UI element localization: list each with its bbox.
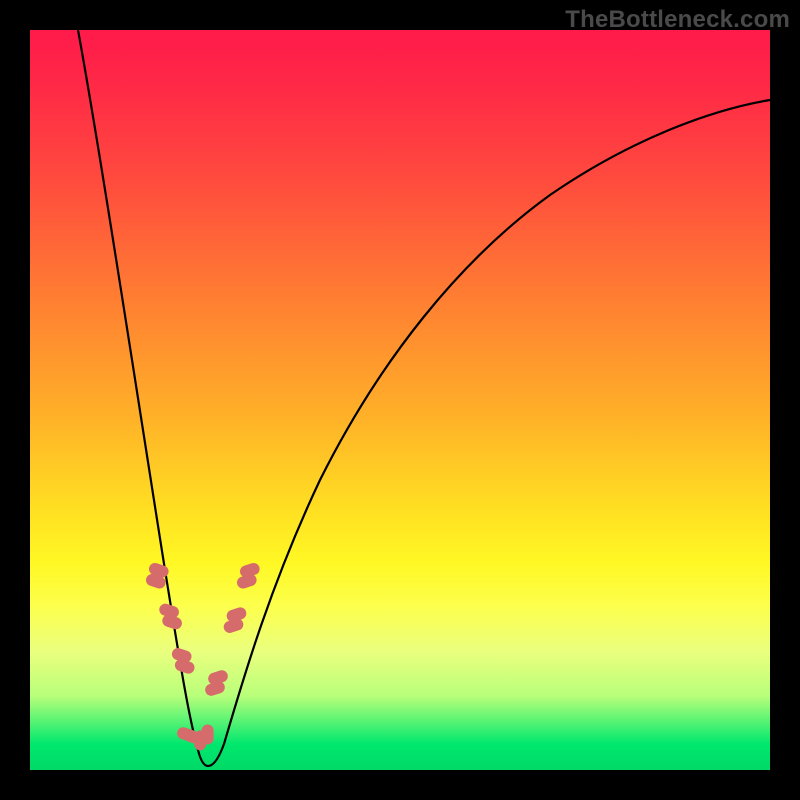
curve-marker: [225, 606, 248, 624]
curve-marker: [173, 658, 196, 676]
curve-marker: [238, 561, 261, 579]
curve-right: [208, 100, 770, 766]
bottleneck-chart-svg: [30, 30, 770, 770]
plot-area: [30, 30, 770, 770]
marker-layer: [144, 561, 261, 750]
watermark-text: TheBottleneck.com: [565, 6, 790, 34]
curve-marker: [207, 669, 230, 687]
curve-marker: [202, 725, 214, 745]
curve-marker: [161, 613, 184, 631]
